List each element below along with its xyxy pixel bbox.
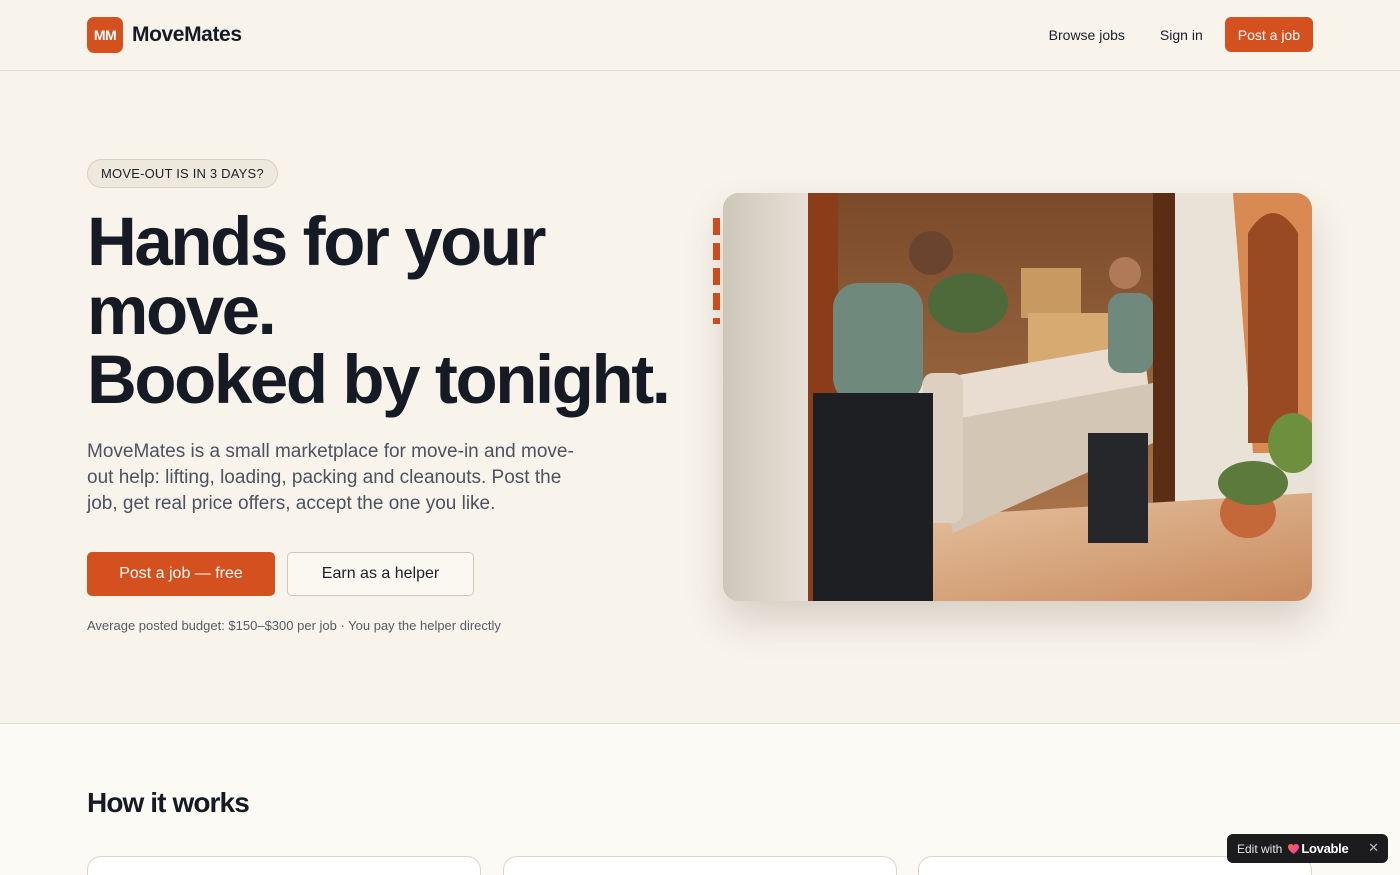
decorative-stripe [713, 218, 720, 324]
earn-as-helper-button[interactable]: Earn as a helper [287, 552, 474, 596]
brand-badge: MM [87, 17, 123, 53]
hero-title-line-2: move. [87, 272, 277, 349]
how-it-works-title: How it works [87, 787, 250, 818]
urgency-pill: MOVE-OUT IS IN 3 DAYS? [87, 159, 278, 188]
top-navigation-bar: MM MoveMates Browse jobs Sign in Post a … [0, 0, 1400, 71]
close-icon[interactable]: ✕ [1368, 840, 1379, 856]
brand-logo[interactable]: MM MoveMates [87, 17, 242, 53]
step-card-2 [503, 856, 897, 875]
how-it-works-section: How it works [0, 723, 1400, 875]
sign-in-link[interactable]: Sign in [1160, 27, 1203, 43]
hero-title: Hands for your move. Booked by tonight. [87, 207, 707, 414]
brand-name: MoveMates [132, 23, 242, 46]
budget-note: Average posted budget: $150–$300 per job… [87, 618, 501, 633]
hero-illustration [723, 193, 1312, 601]
edit-with-label: Edit with [1237, 841, 1283, 856]
post-job-free-button[interactable]: Post a job — free [87, 552, 275, 596]
hero-title-line-3: Booked by tonight. [87, 341, 671, 418]
lovable-heart-icon [1288, 843, 1300, 854]
hero-description: MoveMates is a small marketplace for mov… [87, 441, 574, 514]
movers-carrying-sofa-photo [723, 193, 1312, 601]
edit-with-lovable-badge[interactable]: Edit with Lovable ✕ [1227, 834, 1388, 863]
hero-title-line-1: Hands for your [87, 203, 547, 280]
lovable-brand: Lovable [1301, 841, 1349, 856]
browse-jobs-link[interactable]: Browse jobs [1049, 27, 1125, 43]
post-job-nav-button[interactable]: Post a job [1224, 17, 1313, 52]
main-nav: Browse jobs Sign in Post a job [1049, 17, 1313, 52]
step-card-1 [87, 856, 481, 875]
